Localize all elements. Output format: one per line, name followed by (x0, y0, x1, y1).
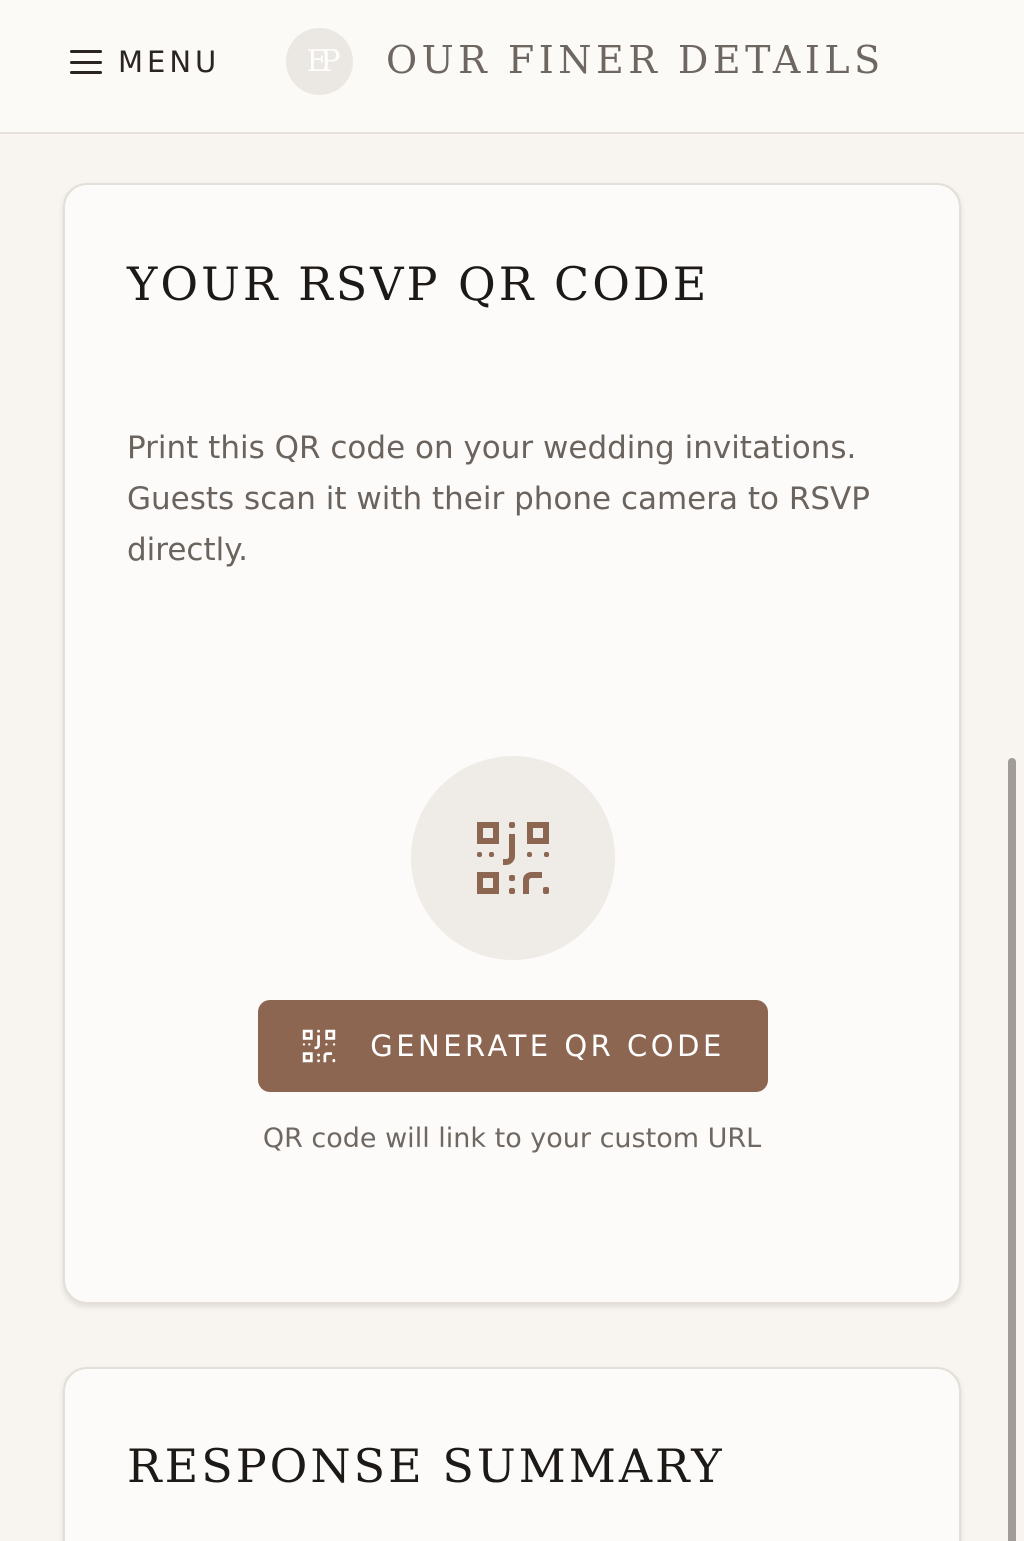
monogram-logo: EP (286, 28, 353, 95)
generate-qr-button[interactable]: GENERATE QR CODE (258, 1000, 768, 1092)
card-title: RESPONSE SUMMARY (127, 1439, 725, 1493)
page-scrollbar[interactable] (1008, 758, 1016, 1541)
menu-label: MENU (118, 45, 221, 79)
hamburger-icon (70, 50, 102, 74)
card-description: Print this QR code on your wedding invit… (127, 430, 870, 568)
monogram-letters: EP (306, 44, 340, 79)
qr-placeholder (411, 756, 615, 960)
brand-name: OUR FINER DETAILS (386, 38, 885, 82)
qr-code-icon (477, 822, 549, 894)
card-title: YOUR RSVP QR CODE (127, 257, 710, 311)
menu-button[interactable]: MENU (70, 42, 220, 82)
generate-qr-label: GENERATE QR CODE (370, 1029, 725, 1063)
qr-hint-text: QR code will link to your custom URL (262, 1123, 762, 1154)
response-summary-card: RESPONSE SUMMARY (63, 1367, 961, 1541)
rsvp-qr-card: YOUR RSVP QR CODE Print this QR code on … (63, 183, 961, 1304)
top-header: MENU EP OUR FINER DETAILS (0, 0, 1024, 134)
qr-code-icon (301, 1028, 337, 1064)
